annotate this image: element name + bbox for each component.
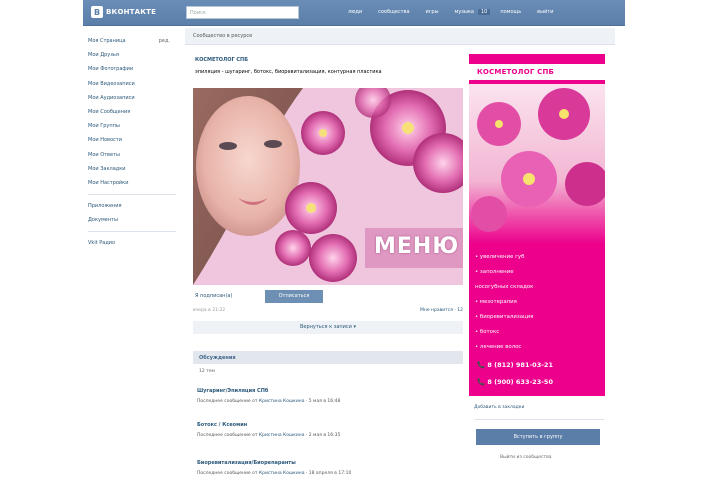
sidebar-item-news[interactable]: Мои Новости [88, 133, 178, 147]
nav-help[interactable]: помощь [500, 9, 521, 15]
right-divider [474, 419, 604, 420]
promo-phones: 📞 8 (812) 981-03-21 📞 8 (900) 633-23-50 [477, 357, 601, 391]
promo-banner[interactable]: КОСМЕТОЛОГ СПБ • увеличение губ • заполн… [469, 54, 605, 396]
sidebar-item-messages[interactable]: Мои Сообщения [88, 105, 178, 119]
sidebar-item-audio[interactable]: Мои Аудиозаписи [88, 91, 178, 105]
orchid-artwork [471, 88, 605, 232]
sidebar-divider [88, 194, 176, 196]
sidebar-item-my-page[interactable]: Моя Страница ред. [88, 34, 178, 48]
logo[interactable]: B ВКОНТАКТЕ [91, 5, 156, 19]
group-status: эпиляция - шугаринг, ботокс, биоревитали… [195, 69, 382, 75]
post-date: вчера в 21:22 [193, 308, 226, 313]
sidebar-item-groups[interactable]: Мои Группы [88, 119, 178, 133]
search-input[interactable]: Поиск [186, 6, 299, 19]
topic-item[interactable]: Ботокс / Ксеомин Последнее сообщение от … [197, 422, 463, 438]
top-bar: B ВКОНТАКТЕ Поиск люди сообщества игры м… [83, 0, 625, 26]
phone-number: 📞 8 (812) 981-03-21 [477, 361, 553, 369]
promo-brand: КОСМЕТОЛОГ СПБ [477, 68, 555, 76]
sidebar-item-videos[interactable]: Мои Видеозаписи [88, 77, 178, 91]
sidebar-item-radio[interactable]: Vkit Радио [88, 236, 178, 250]
sidebar-item-settings[interactable]: Мои Настройки [88, 176, 178, 190]
sidebar-item-answers[interactable]: Мои Ответы [88, 148, 178, 162]
show-more-bar[interactable]: Вернуться к записи ▾ [193, 321, 463, 334]
promo-header: КОСМЕТОЛОГ СПБ [469, 62, 605, 80]
nav-games[interactable]: игры [426, 9, 439, 15]
topic-meta: Последнее сообщение от Кристина Кошкина … [197, 399, 341, 404]
topic-meta: Последнее сообщение от Кристина Кошкина … [197, 471, 352, 476]
sidebar-item-documents[interactable]: Документы [88, 213, 178, 227]
vk-logo-icon: B [91, 6, 103, 18]
discussions-header[interactable]: Обсуждения [193, 351, 463, 364]
promo-service: • увеличение губ [475, 254, 525, 260]
post-meta: вчера в 21:22 Мне нравится · 12 [193, 308, 463, 313]
promo-services-list: • увеличение губ • заполнение носогубных… [475, 250, 601, 355]
topic-item[interactable]: Биоревитализация/Биорепаранты Последнее … [197, 460, 463, 476]
promo-service: • мезотерапия [475, 299, 517, 305]
topic-author[interactable]: Кристина Кошкина [259, 399, 305, 404]
topic-title[interactable]: Биоревитализация/Биорепаранты [197, 460, 463, 466]
group-banner-image[interactable]: МЕНЮ [193, 88, 463, 285]
leave-group-link[interactable]: Выйти из сообщества [500, 455, 552, 460]
topic-title[interactable]: Шугаринг/Эпиляция СПб [197, 388, 463, 394]
add-to-favorites-link[interactable]: Добавить в закладки [474, 405, 524, 410]
like-link[interactable]: Мне нравится · 12 [420, 308, 463, 313]
phone-number: 📞 8 (900) 633-23-50 [477, 378, 553, 386]
left-menu: Моя Страница ред. Мои Друзья Мои Фотограф… [88, 34, 178, 251]
top-nav: люди сообщества игры музыка 10 помощь вы… [348, 9, 569, 15]
topic-item[interactable]: Шугаринг/Эпиляция СПб Последнее сообщени… [197, 388, 463, 404]
banner-menu-text: МЕНЮ [374, 234, 460, 259]
sidebar-item-apps[interactable]: Приложения [88, 199, 178, 213]
promo-service: • ботокс [475, 329, 500, 335]
subscription-row: Я подписан(а) Отписаться [193, 290, 463, 304]
nav-communities[interactable]: сообщества [378, 9, 409, 15]
nav-music-badge: 10 [477, 9, 491, 15]
unsubscribe-button[interactable]: Отписаться [265, 290, 323, 303]
promo-service: носогубных складок [475, 284, 534, 290]
discussions-count: 12 тем [199, 369, 215, 374]
topic-meta: Последнее сообщение от Кристина Кошкина … [197, 433, 341, 438]
promo-service: • лечение волос [475, 344, 522, 350]
join-group-button[interactable]: Вступить в группу [476, 429, 600, 445]
edit-link[interactable]: ред. [159, 34, 170, 48]
topic-title[interactable]: Ботокс / Ксеомин [197, 422, 463, 428]
subscribed-label: Я подписан(а) [195, 293, 233, 299]
sidebar-item-bookmarks[interactable]: Мои Закладки [88, 162, 178, 176]
promo-flowers-image [469, 84, 605, 244]
promo-service: • биоревитализация [475, 314, 534, 320]
sidebar-divider [88, 231, 176, 233]
topic-author[interactable]: Кристина Кошкина [259, 471, 305, 476]
sidebar-item-photos[interactable]: Мои Фотографии [88, 62, 178, 76]
sidebar-item-friends[interactable]: Мои Друзья [88, 48, 178, 62]
nav-logout[interactable]: выйти [537, 9, 553, 15]
topic-author[interactable]: Кристина Кошкина [259, 433, 305, 438]
group-name: КОСМЕТОЛОГ СПБ [195, 57, 249, 63]
promo-service: • заполнение [475, 269, 514, 275]
page-header: Сообщество в ресурсе [185, 28, 615, 45]
nav-people[interactable]: люди [348, 9, 362, 15]
logo-text: ВКОНТАКТЕ [106, 8, 157, 16]
nav-music[interactable]: музыка [455, 9, 474, 15]
